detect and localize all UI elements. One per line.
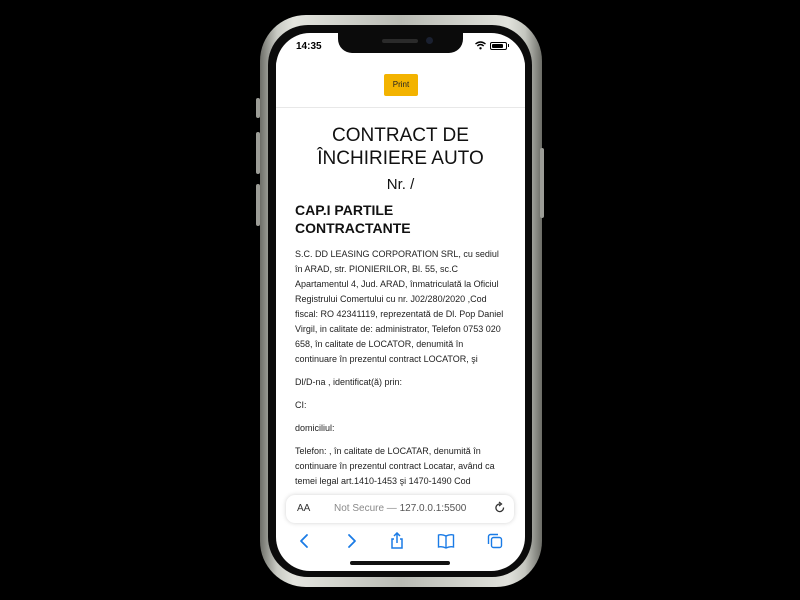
mute-switch: [256, 98, 260, 118]
status-time: 14:35: [296, 41, 322, 52]
document-content[interactable]: CONTRACT DE ÎNCHIRIERE AUTO Nr. / CAP.I …: [276, 110, 525, 493]
print-button[interactable]: Print: [384, 74, 418, 96]
print-bar: Print: [276, 61, 525, 108]
url-text: 127.0.0.1:5500: [399, 503, 467, 514]
document-number: Nr. /: [386, 176, 415, 193]
bookmarks-icon[interactable]: [437, 533, 455, 549]
paragraph-identified: Dl/D-na , identificat(ă) prin:: [295, 377, 403, 387]
speaker-grille: [382, 39, 418, 43]
chapter-heading: CAP.I PARTILE CONTRACTANTE: [295, 202, 411, 236]
document-title: CONTRACT DE ÎNCHIRIERE AUTO: [317, 125, 484, 169]
camera-icon: [426, 37, 433, 44]
text-size-button[interactable]: AA: [297, 503, 310, 514]
notch: [338, 33, 463, 53]
volume-down-button: [256, 184, 260, 226]
paragraph-locator: S.C. DD LEASING CORPORATION SRL, cu sedi…: [295, 249, 504, 364]
back-icon[interactable]: [298, 533, 312, 549]
battery-tip: [508, 44, 509, 47]
tabs-icon[interactable]: [487, 533, 503, 549]
paragraph-phone: Telefon: , în calitate de LOCATAR, denum…: [295, 446, 495, 486]
phone-screen: 14:35 Print CONTRACT DE ÎNCHIRIERE AUTO …: [276, 33, 525, 571]
paragraph-domicile: domiciliul:: [295, 423, 335, 433]
status-icons: [475, 41, 509, 50]
wifi-icon: [475, 41, 486, 50]
security-label: Not Secure —: [334, 503, 397, 514]
battery-icon: [490, 41, 507, 50]
power-button: [540, 148, 544, 218]
home-indicator: [350, 561, 450, 565]
forward-icon[interactable]: [344, 533, 358, 549]
share-icon[interactable]: [389, 532, 405, 550]
browser-toolbar: [276, 526, 525, 556]
reload-icon[interactable]: [494, 501, 506, 515]
volume-up-button: [256, 132, 260, 174]
paragraph-ci: CI:: [295, 400, 307, 410]
url-display[interactable]: Not Secure — 127.0.0.1:5500: [334, 503, 466, 514]
address-bar[interactable]: AA Not Secure — 127.0.0.1:5500: [286, 495, 514, 523]
